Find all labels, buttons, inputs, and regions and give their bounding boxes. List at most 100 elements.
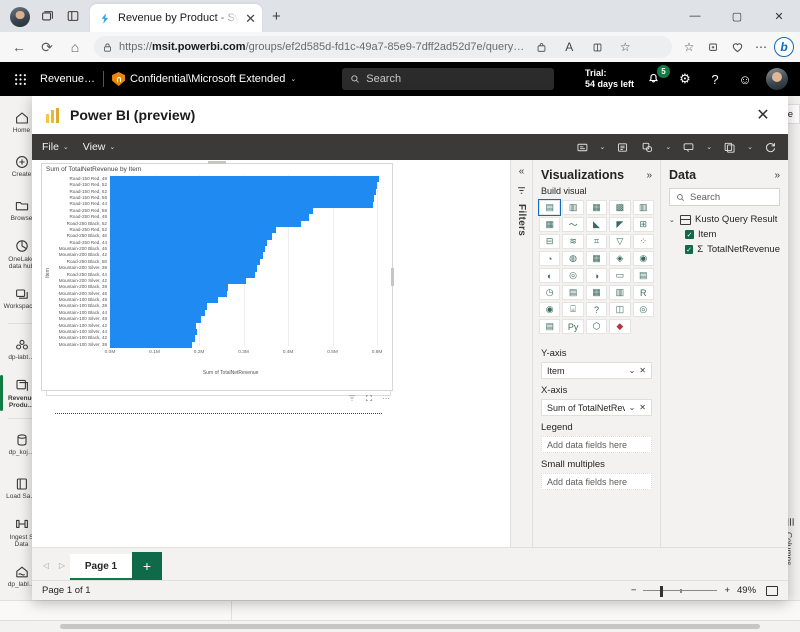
chart-bar[interactable] — [110, 342, 192, 348]
pie-chart-icon[interactable]: ◔ — [539, 251, 560, 266]
more-options-icon[interactable]: ⋯ — [382, 394, 390, 404]
python-visual-icon[interactable]: Py — [562, 319, 583, 334]
filters-pane-collapsed[interactable]: « Filters — [510, 160, 532, 547]
back-icon[interactable]: ← — [6, 35, 32, 59]
checkbox-checked-icon[interactable]: ✓ — [685, 245, 693, 254]
chevron-down-icon[interactable]: ⌄ — [629, 366, 636, 375]
sensitivity-label[interactable]: Confidential\Microsoft Extended ⌄ — [112, 72, 296, 86]
add-favorite-icon[interactable]: ☆ — [614, 36, 636, 58]
home-icon[interactable]: ⌂ — [62, 35, 88, 59]
well-small-multiples[interactable]: Add data fields here — [541, 473, 652, 490]
decomposition-tree-icon[interactable]: ⌸ — [562, 302, 583, 317]
well-legend[interactable]: Add data fields here — [541, 436, 652, 453]
split-screen-icon[interactable] — [60, 3, 86, 29]
stacked-bar-chart-icon[interactable]: ▤ — [539, 200, 560, 215]
add-page-button[interactable]: + — [132, 552, 162, 580]
zoom-out-button[interactable]: − — [631, 585, 637, 596]
insert-visual-icon[interactable] — [575, 140, 590, 155]
line-chart-icon[interactable]: 〜 — [562, 217, 583, 232]
table-icon[interactable]: ▦ — [586, 285, 607, 300]
remove-field-icon[interactable]: ✕ — [639, 403, 646, 412]
chevron-down-icon[interactable]: ⌄ — [665, 143, 671, 151]
fit-to-page-icon[interactable] — [766, 586, 778, 596]
tab-collections-icon[interactable] — [34, 3, 60, 29]
window-minimize-button[interactable]: — — [674, 0, 716, 32]
map-icon[interactable]: ◈ — [609, 251, 630, 266]
immersive-reader-icon[interactable] — [586, 36, 608, 58]
checkbox-checked-icon[interactable]: ✓ — [685, 230, 694, 239]
previous-page-icon[interactable]: ◁ — [38, 550, 54, 580]
remove-field-icon[interactable]: ✕ — [639, 366, 646, 375]
app-launcher-icon[interactable] — [8, 67, 32, 91]
clustered-column-chart-icon[interactable]: ▥ — [633, 200, 654, 215]
help-icon[interactable]: ? — [706, 70, 724, 88]
funnel-chart-icon[interactable]: ▽ — [609, 234, 630, 249]
zoom-slider[interactable] — [643, 586, 717, 596]
zoom-slider-thumb[interactable] — [660, 586, 664, 597]
100-stacked-column-icon[interactable]: ▦ — [539, 217, 560, 232]
azure-map-icon[interactable]: ◎ — [562, 268, 583, 283]
shape-map-icon[interactable]: ◐ — [539, 268, 560, 283]
multi-row-card-icon[interactable]: ▤ — [633, 268, 654, 283]
new-tab-button[interactable]: + — [272, 9, 281, 24]
chevron-down-icon[interactable]: ⌄ — [747, 143, 753, 151]
close-icon[interactable]: ✕ — [752, 104, 774, 126]
notifications-button[interactable]: 5 — [646, 70, 664, 88]
data-field-item[interactable]: ✓Item — [661, 227, 788, 242]
kpi-icon[interactable]: ◷ — [539, 285, 560, 300]
expand-filters-icon[interactable]: « — [519, 166, 525, 177]
page-tab-page-1[interactable]: Page 1 — [70, 554, 132, 580]
smart-narrative-icon[interactable]: ◫ — [609, 302, 630, 317]
copilot-icon[interactable]: b — [774, 37, 794, 57]
r-script-icon[interactable]: R — [633, 285, 654, 300]
well-x-axis[interactable]: Sum of TotalNetReven…⌄✕ — [541, 399, 652, 416]
tab-close-icon[interactable]: ✕ — [245, 12, 256, 25]
menu-file[interactable]: File ⌄ — [42, 141, 69, 153]
metrics-icon[interactable]: ◎ — [633, 302, 654, 317]
well-y-axis[interactable]: Item⌄✕ — [541, 362, 652, 379]
gear-icon[interactable]: ⚙ — [676, 70, 694, 88]
card-icon[interactable]: ▭ — [609, 268, 630, 283]
user-avatar[interactable] — [766, 68, 788, 90]
shapes-icon[interactable] — [640, 140, 655, 155]
slicer-icon[interactable]: ▤ — [562, 285, 583, 300]
donut-chart-icon[interactable]: ◍ — [562, 251, 583, 266]
line-clustered-column-icon[interactable]: ⊟ — [539, 234, 560, 249]
bar-chart-visual[interactable]: Sum of TotalNetRevenue by Item 0.0M0.1M0… — [41, 163, 393, 391]
visual-resize-handle-top[interactable] — [208, 161, 226, 164]
scatter-chart-icon[interactable]: ⁘ — [633, 234, 654, 249]
collapse-data-pane-icon[interactable]: » — [774, 170, 780, 181]
reload-icon[interactable]: ⟳ — [34, 35, 60, 59]
get-more-visuals-icon[interactable]: ◆ — [609, 319, 630, 334]
chevron-down-icon[interactable]: ⌄ — [669, 216, 676, 224]
zoom-in-button[interactable]: + — [724, 585, 730, 596]
chart-bar-row[interactable]: Mountain-100 Silver, 38 — [110, 342, 386, 348]
chevron-down-icon[interactable]: ⌄ — [629, 403, 636, 412]
collections-icon[interactable] — [702, 36, 724, 58]
data-table-node[interactable]: ⌄ Kusto Query Result — [661, 212, 788, 227]
report-canvas[interactable]: Sum of TotalNetRevenue by Item 0.0M0.1M0… — [32, 160, 510, 547]
waterfall-chart-icon[interactable]: ⌗ — [586, 234, 607, 249]
gauge-icon[interactable]: ◑ — [586, 268, 607, 283]
chevron-down-icon[interactable]: ⌄ — [600, 143, 606, 151]
address-bar[interactable]: https://msit.powerbi.com/groups/ef2d585d… — [94, 36, 672, 58]
read-aloud-icon[interactable]: A — [558, 36, 580, 58]
qa-icon[interactable]: ? — [586, 302, 607, 317]
browser-more-icon[interactable]: ⋯ — [750, 36, 772, 58]
100-stacked-bar-icon[interactable]: ▦ — [586, 200, 607, 215]
data-field-totalnetrevenue[interactable]: ✓ΣTotalNetRevenue — [661, 242, 788, 257]
filled-map-icon[interactable]: ◉ — [633, 251, 654, 266]
visual-resize-handle-right[interactable] — [391, 268, 394, 286]
key-influencers-icon[interactable]: ◉ — [539, 302, 560, 317]
data-search-input[interactable]: Search — [669, 188, 780, 206]
power-apps-icon[interactable]: ⬡ — [586, 319, 607, 334]
window-close-button[interactable]: ✕ — [758, 0, 800, 32]
menu-view[interactable]: View ⌄ — [83, 141, 115, 153]
area-chart-icon[interactable]: ◣ — [586, 217, 607, 232]
filter-icon[interactable] — [348, 394, 356, 404]
browser-tab-active[interactable]: Revenue by Product - Synapse R ✕ — [90, 4, 262, 32]
feedback-smiley-icon[interactable]: ☺ — [736, 70, 754, 88]
window-maximize-button[interactable]: ▢ — [716, 0, 758, 32]
browser-essentials-icon[interactable] — [726, 36, 748, 58]
stacked-area-chart-icon[interactable]: ◤ — [609, 217, 630, 232]
